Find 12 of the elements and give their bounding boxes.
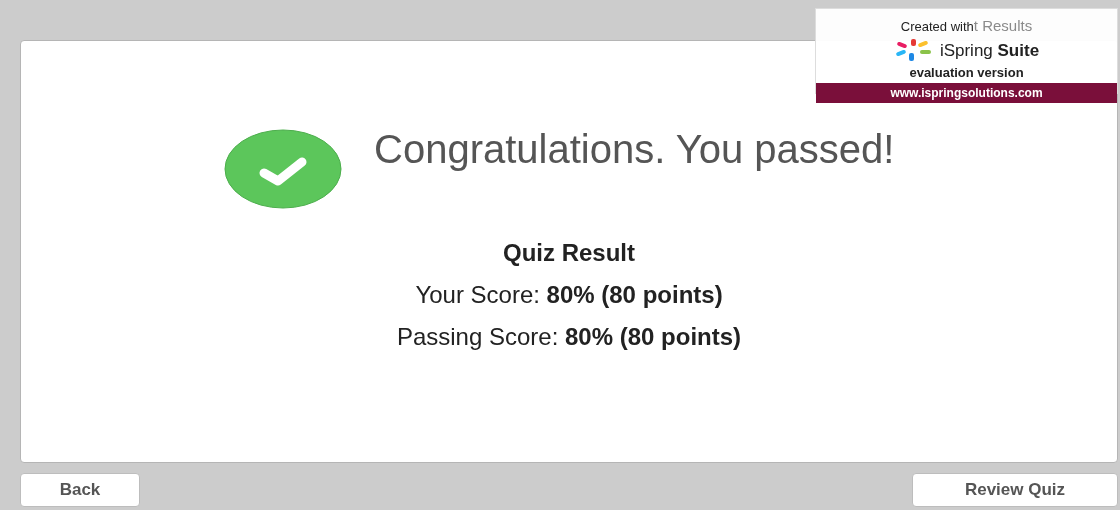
review-quiz-button[interactable]: Review Quiz — [912, 473, 1118, 507]
url-text: www.ispringsolutions.com — [816, 82, 1117, 103]
product-name: iSpring Suite — [939, 39, 1040, 62]
back-button[interactable]: Back — [20, 473, 140, 507]
result-heading: Quiz Result — [503, 238, 635, 268]
logo-icon — [893, 39, 934, 62]
header-title: t Results — [973, 17, 1033, 34]
score-line: Your Score: 80% (80 points) — [415, 280, 723, 310]
score-line: Passing Score: 80% (80 points) — [396, 322, 742, 352]
result-message: Congratulations. You passed! — [374, 126, 896, 173]
edition-text: evaluation version — [908, 64, 1025, 82]
created-with-text: Created with — [900, 19, 974, 34]
